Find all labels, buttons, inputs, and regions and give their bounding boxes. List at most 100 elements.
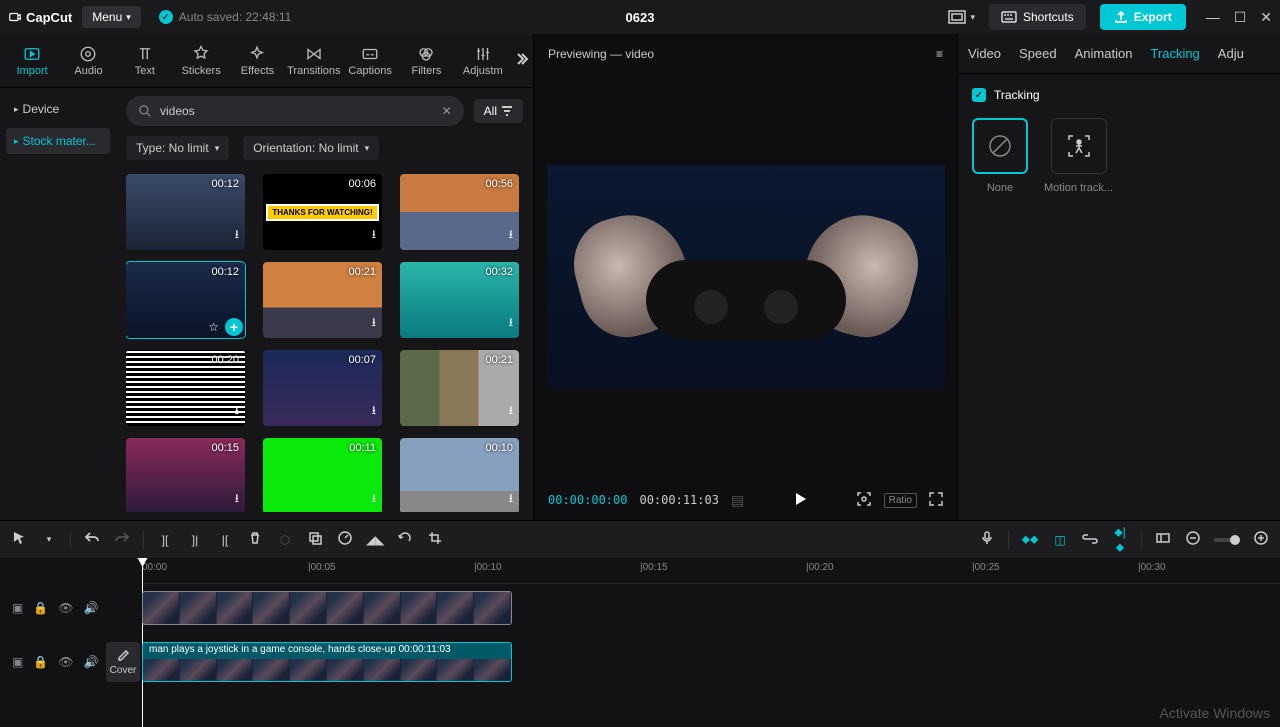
download-icon[interactable]: ⭳ [509, 489, 513, 510]
media-thumb-6[interactable]: 00:20⭳ [126, 350, 245, 426]
zoom-out-button[interactable] [1184, 531, 1202, 548]
search-input[interactable] [160, 104, 434, 118]
inspector-tab-video[interactable]: Video [968, 46, 1001, 61]
media-thumb-3[interactable]: 00:12☆+ [126, 262, 245, 338]
tab-transitions[interactable]: Transitions [286, 34, 342, 87]
sidenav-device[interactable]: ▸Device [6, 96, 110, 122]
media-thumb-2[interactable]: 00:56⭳ [400, 174, 519, 250]
link-button[interactable] [1081, 533, 1099, 547]
track-visible-icon[interactable]: 👁 [58, 601, 73, 615]
rotate-button[interactable] [396, 531, 414, 548]
media-thumb-11[interactable]: 00:10⭳ [400, 438, 519, 512]
export-button[interactable]: Export [1100, 4, 1186, 30]
shortcuts-button[interactable]: Shortcuts [989, 4, 1086, 30]
media-thumb-1[interactable]: 00:06THANKS FOR WATCHING!⭳ [263, 174, 382, 250]
download-icon[interactable]: ⭳ [372, 313, 376, 334]
track2-lock-icon[interactable]: 🔒 [33, 655, 48, 669]
crop-button[interactable] [426, 531, 444, 548]
inspector-tab-speed[interactable]: Speed [1019, 46, 1057, 61]
filter-all-button[interactable]: All [474, 99, 523, 123]
media-thumb-9[interactable]: 00:15⭳ [126, 438, 245, 512]
media-thumb-10[interactable]: 00:11⭳ [263, 438, 382, 512]
media-thumb-5[interactable]: 00:32⭳ [400, 262, 519, 338]
minimize-button[interactable]: — [1206, 9, 1220, 26]
download-icon[interactable]: ⭳ [509, 313, 513, 334]
maximize-button[interactable]: ☐ [1234, 9, 1247, 26]
track2-expand-icon[interactable]: ▣ [12, 655, 23, 669]
magnet-button[interactable]: ⬥⬥ [1021, 532, 1039, 547]
link-preview-button[interactable]: ◫ [1051, 533, 1069, 547]
track-mute-icon[interactable]: 🔊 [84, 601, 99, 615]
split-left-button[interactable]: ]| [186, 533, 204, 547]
tab-import[interactable]: Import [4, 34, 60, 87]
mirror-button[interactable]: ◢◣ [366, 533, 384, 547]
tab-text[interactable]: Text [117, 34, 173, 87]
download-icon[interactable]: ⭳ [372, 489, 376, 510]
download-icon[interactable]: ⭳ [372, 225, 376, 246]
list-view-icon[interactable]: ▤ [731, 492, 744, 509]
preview-viewport[interactable] [547, 165, 945, 389]
media-thumb-8[interactable]: 00:21⭳ [400, 350, 519, 426]
cover-button[interactable]: Cover [106, 642, 140, 682]
tab-effects[interactable]: Effects [229, 34, 285, 87]
tab-captions[interactable]: Captions [342, 34, 398, 87]
aspect-ratio-button[interactable]: ▾ [948, 10, 975, 24]
reverse-button[interactable]: ⬡ [276, 533, 294, 547]
search-clear-button[interactable]: ✕ [442, 104, 452, 118]
search-input-container[interactable]: ✕ [126, 96, 464, 126]
download-icon[interactable]: ⭳ [509, 401, 513, 422]
track-expand-icon[interactable]: ▣ [12, 601, 23, 615]
inspector-tab-animation[interactable]: Animation [1075, 46, 1133, 61]
download-icon[interactable]: ⭳ [235, 401, 239, 422]
align-button[interactable]: ⬥|⬥ [1111, 525, 1129, 555]
media-thumb-0[interactable]: 00:12⭳ [126, 174, 245, 250]
timeline-clip-main[interactable]: man plays a joystick in a game console, … [142, 642, 512, 682]
sidenav-stock-materials[interactable]: ▸Stock mater... [6, 128, 110, 154]
speed-button[interactable] [336, 531, 354, 548]
track2-mute-icon[interactable]: 🔊 [84, 655, 99, 669]
split-right-button[interactable]: |[ [216, 533, 234, 547]
filter-orientation-dropdown[interactable]: Orientation: No limit▾ [243, 136, 379, 160]
pointer-dropdown[interactable]: ▾ [40, 534, 58, 545]
zoom-in-button[interactable] [1252, 531, 1270, 548]
close-button[interactable]: ✕ [1260, 9, 1272, 26]
delete-button[interactable] [246, 531, 264, 548]
mic-button[interactable] [978, 531, 996, 548]
tracking-option-none[interactable]: None [972, 118, 1028, 194]
preview-title: Previewing — video [548, 47, 654, 61]
marker-button[interactable] [1154, 532, 1172, 547]
scan-icon[interactable] [856, 491, 872, 510]
menu-button[interactable]: Menu▾ [82, 6, 141, 28]
track2-visible-icon[interactable]: 👁 [58, 655, 73, 669]
ratio-badge[interactable]: Ratio [884, 493, 917, 508]
redo-button[interactable] [113, 530, 131, 549]
fullscreen-icon[interactable] [929, 492, 943, 509]
add-to-timeline-button[interactable]: + [225, 318, 243, 336]
pointer-tool[interactable] [10, 531, 28, 548]
undo-button[interactable] [83, 530, 101, 549]
more-tools-button[interactable] [513, 51, 529, 70]
tracking-option-motion[interactable]: Motion track... [1044, 118, 1113, 194]
inspector-tab-tracking[interactable]: Tracking [1150, 46, 1199, 61]
timeline-ruler[interactable]: 00:00|00:05|00:10|00:15|00:20|00:25|00:3… [142, 558, 1280, 584]
tab-filters[interactable]: Filters [398, 34, 454, 87]
download-icon[interactable]: ⭳ [235, 489, 239, 510]
zoom-slider[interactable] [1214, 538, 1240, 542]
tab-adjustment[interactable]: Adjustm [455, 34, 511, 87]
tab-stickers[interactable]: Stickers [173, 34, 229, 87]
timeline-clip-upper[interactable] [142, 591, 512, 625]
download-icon[interactable]: ⭳ [235, 225, 239, 246]
filter-type-dropdown[interactable]: Type: No limit▾ [126, 136, 229, 160]
tab-audio[interactable]: Audio [60, 34, 116, 87]
inspector-tab-adjust[interactable]: Adju [1218, 46, 1244, 61]
media-thumb-4[interactable]: 00:21⭳ [263, 262, 382, 338]
download-icon[interactable]: ⭳ [509, 225, 513, 246]
tracking-checkbox[interactable]: ✓ [972, 88, 986, 102]
play-button[interactable] [792, 491, 808, 510]
split-button[interactable]: ][ [156, 533, 174, 547]
preview-menu-button[interactable]: ≡ [936, 47, 943, 61]
copy-button[interactable] [306, 531, 324, 548]
download-icon[interactable]: ⭳ [372, 401, 376, 422]
track-lock-icon[interactable]: 🔒 [33, 601, 48, 615]
media-thumb-7[interactable]: 00:07⭳ [263, 350, 382, 426]
